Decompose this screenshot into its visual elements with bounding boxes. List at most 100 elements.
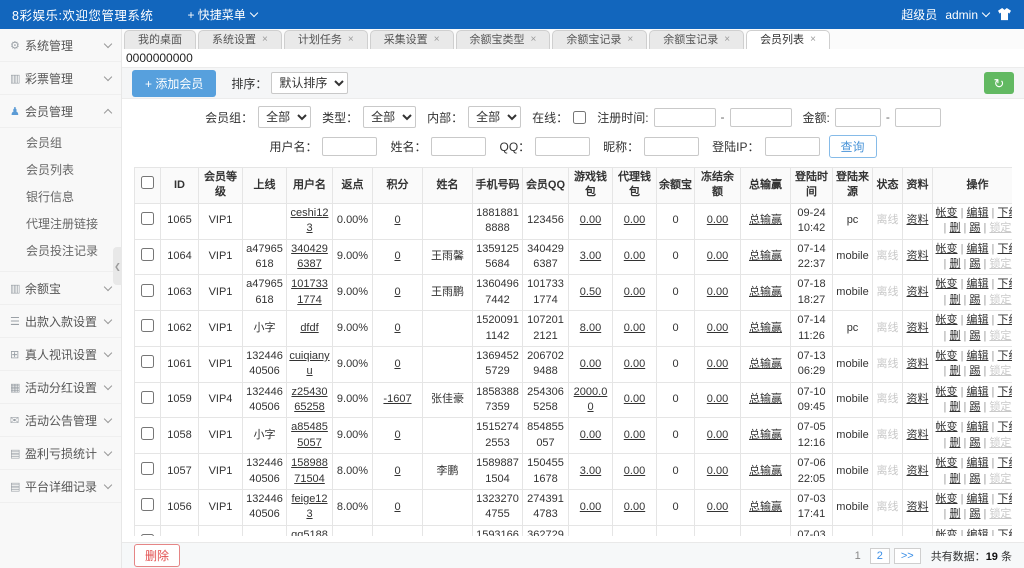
op-编辑-link[interactable]: 编辑 [967, 421, 989, 433]
agent-wallet-link[interactable]: 0.00 [624, 358, 645, 370]
sidebar-item-真人视讯设置[interactable]: ⊞真人视讯设置 [0, 338, 121, 371]
op-帐变-link[interactable]: 帐变 [936, 243, 958, 255]
points-link[interactable]: 0 [394, 358, 400, 370]
points-link[interactable]: 0 [394, 465, 400, 477]
username-link[interactable]: 1017331774 [291, 278, 328, 305]
username-link[interactable]: ceshi123 [291, 207, 329, 234]
game-wallet-link[interactable]: 2000.00 [574, 386, 608, 413]
profile-link[interactable]: 资料 [907, 393, 929, 405]
op-删-link[interactable]: 删 [949, 330, 960, 342]
tab-close-icon[interactable]: × [810, 35, 816, 45]
username-link[interactable]: a854855057 [291, 421, 328, 448]
op-锁定-link[interactable]: 锁定 [989, 401, 1011, 413]
op-帐变-link[interactable]: 帐变 [936, 493, 958, 505]
op-帐变-link[interactable]: 帐变 [936, 421, 958, 433]
profile-link[interactable]: 资料 [907, 429, 929, 441]
op-踢-link[interactable]: 踢 [969, 473, 980, 485]
op-踢-link[interactable]: 踢 [969, 401, 980, 413]
frozen-link[interactable]: 0.00 [707, 393, 728, 405]
total-winloss-link[interactable]: 总输赢 [749, 429, 782, 441]
total-winloss-link[interactable]: 总输赢 [749, 214, 782, 226]
agent-wallet-link[interactable]: 0.00 [624, 429, 645, 441]
username-link[interactable]: qq518888 [291, 529, 328, 536]
tab-close-icon[interactable]: × [434, 35, 440, 45]
op-踢-link[interactable]: 踢 [969, 508, 980, 520]
op-帐变-link[interactable]: 帐变 [936, 278, 958, 290]
loginip-input[interactable] [765, 137, 820, 156]
agent-wallet-link[interactable]: 0.00 [624, 393, 645, 405]
game-wallet-link[interactable]: 3.00 [580, 465, 601, 477]
quick-menu-button[interactable]: + 快捷菜单 [187, 6, 256, 23]
op-下级-link[interactable]: 下级 [997, 493, 1012, 505]
sidebar-subitem-会员组[interactable]: 会员组 [0, 130, 121, 157]
op-下级-link[interactable]: 下级 [997, 529, 1012, 536]
page-button-1[interactable]: 1 [850, 549, 866, 563]
add-member-button[interactable]: + 添加会员 [132, 70, 216, 97]
frozen-link[interactable]: 0.00 [707, 429, 728, 441]
sidebar-subitem-会员列表[interactable]: 会员列表 [0, 157, 121, 184]
total-winloss-link[interactable]: 总输赢 [749, 393, 782, 405]
amount-to-input[interactable] [895, 108, 941, 127]
regtime-to-input[interactable] [730, 108, 792, 127]
agent-wallet-link[interactable]: 0.00 [624, 250, 645, 262]
tab-close-icon[interactable]: × [348, 35, 354, 45]
op-锁定-link[interactable]: 锁定 [989, 473, 1011, 485]
sidebar-item-盈利亏损统计[interactable]: ▤盈利亏损统计 [0, 437, 121, 470]
total-winloss-link[interactable]: 总输赢 [749, 322, 782, 334]
profile-link[interactable]: 资料 [907, 322, 929, 334]
op-帐变-link[interactable]: 帐变 [936, 457, 958, 469]
sidebar-collapse-handle[interactable]: ❮ [113, 247, 122, 285]
op-踢-link[interactable]: 踢 [969, 330, 980, 342]
theme-skin-icon[interactable] [997, 8, 1012, 21]
op-锁定-link[interactable]: 锁定 [989, 508, 1011, 520]
agent-wallet-link[interactable]: 0.00 [624, 286, 645, 298]
sidebar-subitem-代理注册链接[interactable]: 代理注册链接 [0, 211, 121, 238]
regtime-from-input[interactable] [654, 108, 716, 127]
profile-link[interactable]: 资料 [907, 465, 929, 477]
op-编辑-link[interactable]: 编辑 [967, 493, 989, 505]
sidebar-item-平台详细记录[interactable]: ▤平台详细记录 [0, 470, 121, 503]
op-锁定-link[interactable]: 锁定 [989, 258, 1011, 270]
profile-link[interactable]: 资料 [907, 286, 929, 298]
op-删-link[interactable]: 删 [949, 365, 960, 377]
op-编辑-link[interactable]: 编辑 [967, 314, 989, 326]
profile-link[interactable]: 资料 [907, 214, 929, 226]
row-checkbox[interactable] [141, 498, 154, 511]
op-踢-link[interactable]: 踢 [969, 294, 980, 306]
username-link[interactable]: cuiqianyu [289, 350, 329, 377]
row-checkbox[interactable] [141, 319, 154, 332]
frozen-link[interactable]: 0.00 [707, 322, 728, 334]
op-删-link[interactable]: 删 [949, 473, 960, 485]
tab-采集设置[interactable]: 采集设置× [370, 30, 454, 49]
op-下级-link[interactable]: 下级 [997, 314, 1012, 326]
sidebar-item-活动分红设置[interactable]: ▦活动分红设置 [0, 371, 121, 404]
username-link[interactable]: feige123 [291, 493, 327, 520]
game-wallet-link[interactable]: 3.00 [580, 250, 601, 262]
points-link[interactable]: 0 [394, 286, 400, 298]
total-winloss-link[interactable]: 总输赢 [749, 465, 782, 477]
tab-余额宝类型[interactable]: 余额宝类型× [456, 30, 551, 49]
total-winloss-link[interactable]: 总输赢 [749, 286, 782, 298]
sidebar-item-彩票管理[interactable]: ▥彩票管理 [0, 62, 121, 95]
points-link[interactable]: 0 [394, 250, 400, 262]
sidebar-item-出款入款设置[interactable]: ☰出款入款设置 [0, 305, 121, 338]
op-下级-link[interactable]: 下级 [997, 421, 1012, 433]
tab-close-icon[interactable]: × [724, 35, 730, 45]
row-checkbox[interactable] [141, 462, 154, 475]
sidebar-subitem-银行信息[interactable]: 银行信息 [0, 184, 121, 211]
profile-link[interactable]: 资料 [907, 358, 929, 370]
amount-from-input[interactable] [835, 108, 881, 127]
tab-计划任务[interactable]: 计划任务× [284, 30, 368, 49]
points-link[interactable]: 0 [394, 501, 400, 513]
op-踢-link[interactable]: 踢 [969, 437, 980, 449]
query-button[interactable]: 查询 [829, 135, 877, 158]
game-wallet-link[interactable]: 0.00 [580, 358, 601, 370]
op-锁定-link[interactable]: 锁定 [989, 365, 1011, 377]
profile-link[interactable]: 资料 [907, 250, 929, 262]
op-删-link[interactable]: 删 [949, 508, 960, 520]
op-编辑-link[interactable]: 编辑 [967, 243, 989, 255]
op-下级-link[interactable]: 下级 [997, 457, 1012, 469]
game-wallet-link[interactable]: 0.50 [580, 286, 601, 298]
op-删-link[interactable]: 删 [949, 222, 960, 234]
game-wallet-link[interactable]: 0.00 [580, 501, 601, 513]
